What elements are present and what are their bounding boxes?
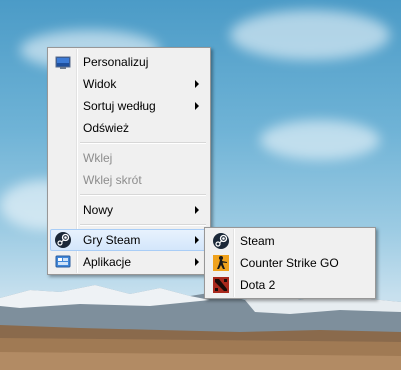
menu-item-label: Gry Steam (83, 233, 141, 247)
menu-item-paste[interactable]: Wklej (50, 147, 208, 169)
submenu-arrow-icon (195, 80, 199, 88)
submenu-item-label: Dota 2 (240, 278, 276, 292)
menu-item-applications[interactable]: Aplikacje (50, 251, 208, 273)
cloud (230, 10, 390, 60)
menu-item-label: Nowy (83, 203, 114, 217)
menu-item-label: Wklej (83, 151, 113, 165)
menu-item-personalize[interactable]: Personalizuj (50, 51, 208, 73)
desktop-context-menu: Personalizuj Widok Sortuj według Odśwież… (47, 47, 211, 275)
menu-separator (80, 194, 206, 196)
menu-item-label: Personalizuj (83, 55, 149, 69)
submenu-item-steam[interactable]: Steam (207, 230, 373, 252)
menu-separator (80, 224, 206, 226)
steam-icon (55, 232, 71, 248)
apps-icon (55, 255, 71, 268)
menu-item-new[interactable]: Nowy (50, 199, 208, 221)
menu-item-sort-by[interactable]: Sortuj według (50, 95, 208, 117)
submenu-arrow-icon (195, 102, 199, 110)
menu-item-view[interactable]: Widok (50, 73, 208, 95)
submenu-item-dota2[interactable]: Dota 2 (207, 274, 373, 296)
cloud (260, 120, 380, 160)
submenu-arrow-icon (195, 206, 199, 214)
submenu-arrow-icon (195, 236, 199, 244)
steam-games-submenu: Steam Counter Strike GO Dota 2 (204, 227, 376, 299)
menu-item-refresh[interactable]: Odśwież (50, 117, 208, 139)
menu-item-label: Widok (83, 77, 117, 91)
menu-item-paste-shortcut[interactable]: Wklej skrót (50, 169, 208, 191)
submenu-item-label: Steam (240, 234, 275, 248)
menu-item-label: Odśwież (83, 121, 130, 135)
personalize-icon (55, 56, 71, 69)
submenu-item-label: Counter Strike GO (240, 256, 339, 270)
submenu-arrow-icon (195, 258, 199, 266)
csgo-icon (213, 255, 229, 271)
menu-item-label: Wklej skrót (83, 173, 142, 187)
menu-item-label: Sortuj według (83, 99, 156, 113)
steam-icon (213, 233, 229, 249)
menu-item-steam-games[interactable]: Gry Steam (50, 229, 208, 251)
dota2-icon (213, 277, 229, 293)
menu-item-label: Aplikacje (83, 255, 132, 269)
submenu-item-csgo[interactable]: Counter Strike GO (207, 252, 373, 274)
menu-separator (80, 142, 206, 144)
